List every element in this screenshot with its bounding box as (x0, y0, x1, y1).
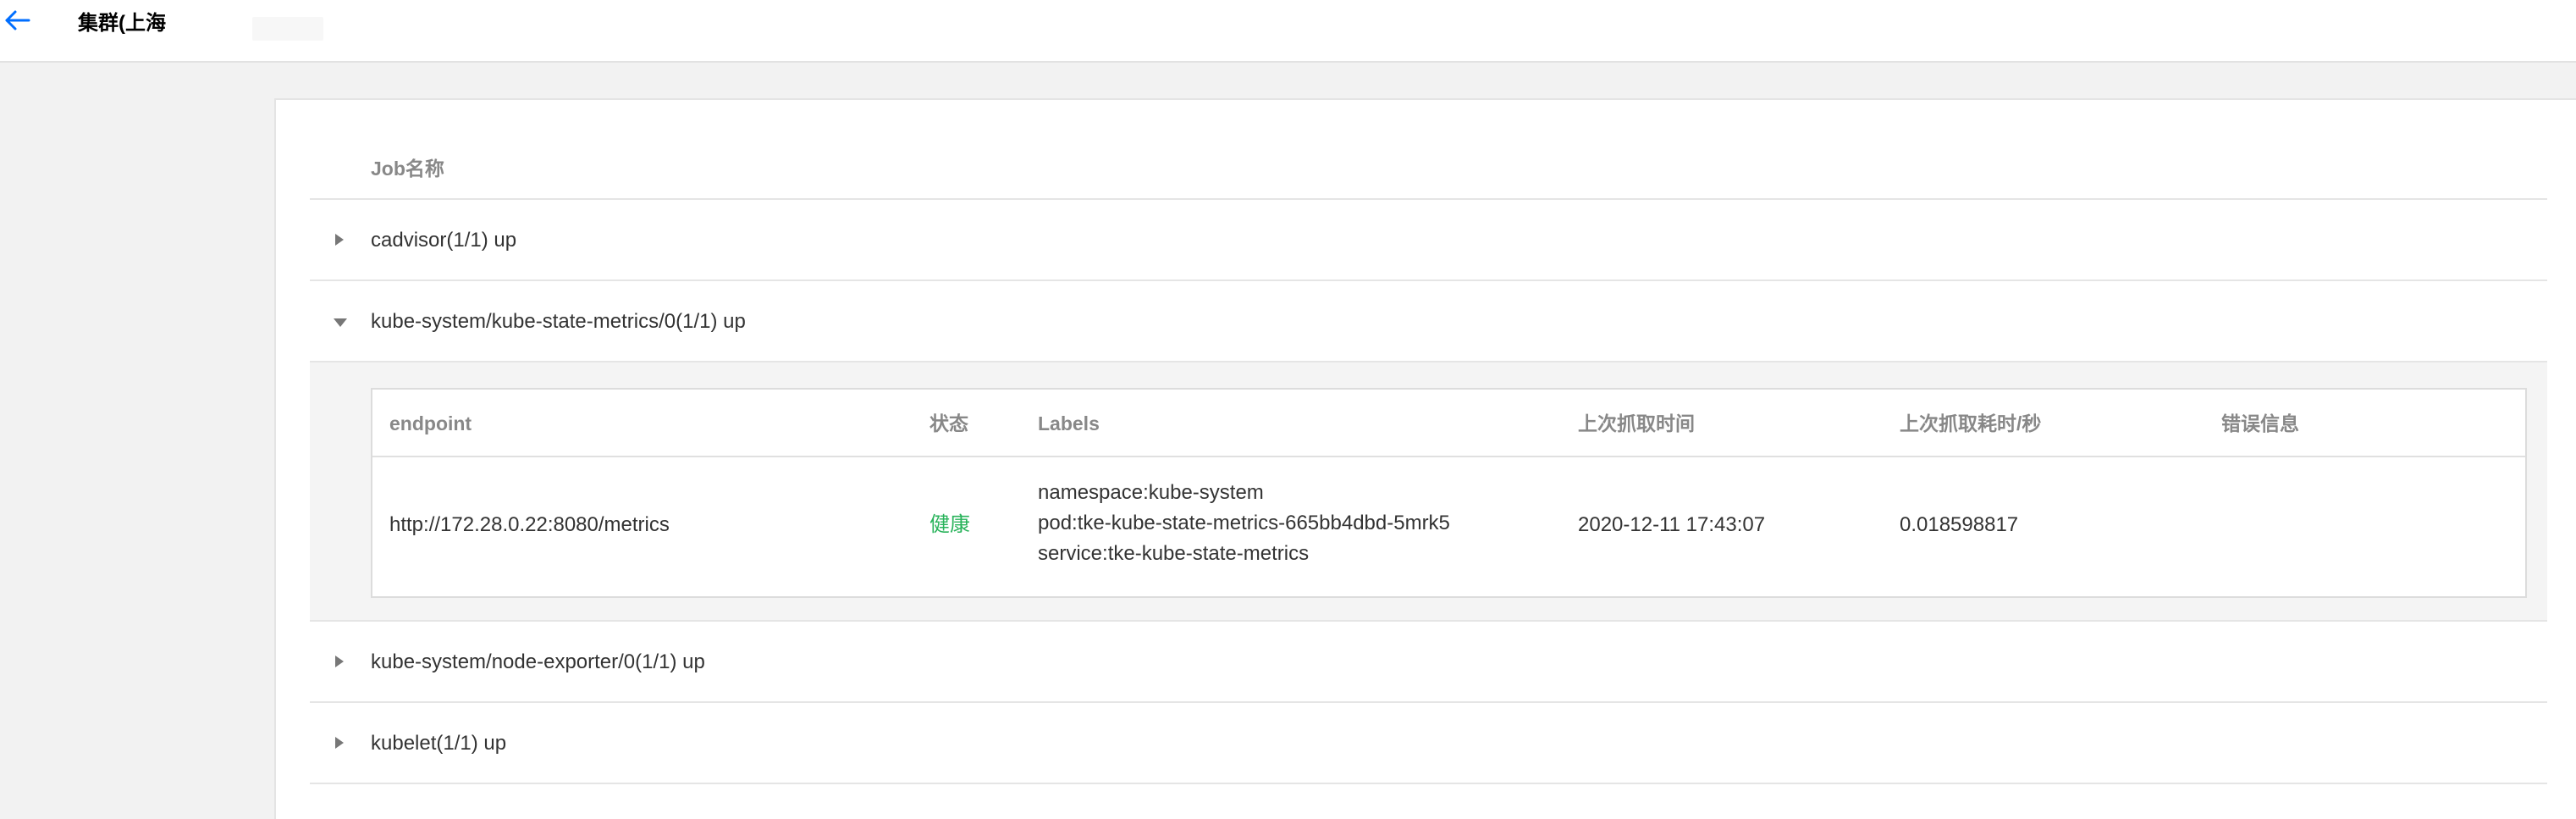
label-item: service:tke-kube-state-metrics (1038, 542, 1310, 565)
job-row-cadvisor[interactable]: cadvisor(1/1) up (310, 200, 2547, 281)
column-header-last-scrape-duration: 上次抓取耗时/秒 (1900, 412, 2042, 434)
endpoint-table: endpoint 状态 Labels 上次抓取时间 上次抓取耗时/秒 错误信息 … (371, 388, 2527, 598)
job-table: Job名称 cadvisor(1/1) up kube-system/kube-… (310, 100, 2547, 784)
caret-right-icon[interactable] (335, 234, 344, 246)
caret-down-icon[interactable] (334, 318, 347, 327)
job-label: kube-system/kube-state-metrics/0(1/1) up (371, 310, 746, 333)
label-item: pod:tke-kube-state-metrics-665bb4dbd-5mr… (1038, 512, 1450, 534)
endpoint-url: http://172.28.0.22:8080/metrics (389, 513, 670, 536)
back-arrow-icon[interactable] (3, 8, 32, 34)
job-label: cadvisor(1/1) up (371, 229, 517, 252)
page-title: 集群(上海 (78, 12, 166, 35)
job-row-kubelet[interactable]: kubelet(1/1) up (310, 703, 2547, 784)
column-header-status: 状态 (929, 412, 968, 434)
caret-right-icon[interactable] (335, 656, 344, 667)
last-scrape-duration: 0.018598817 (1900, 513, 2019, 536)
label-item: namespace:kube-system (1038, 481, 1264, 504)
content-panel: Job名称 cadvisor(1/1) up kube-system/kube-… (274, 98, 2576, 819)
title-suffix-placeholder (252, 17, 323, 41)
endpoint-table-header: endpoint 状态 Labels 上次抓取时间 上次抓取耗时/秒 错误信息 (372, 390, 2525, 457)
endpoint-row: http://172.28.0.22:8080/metrics 健康 names… (372, 457, 2525, 596)
job-row-node-exporter[interactable]: kube-system/node-exporter/0(1/1) up (310, 622, 2547, 703)
page-header: 集群(上海 (0, 0, 2576, 63)
job-row-kube-state-metrics[interactable]: kube-system/kube-state-metrics/0(1/1) up (310, 281, 2547, 362)
column-header-job-name: Job名称 (371, 158, 444, 180)
labels-list: namespace:kube-system pod:tke-kube-state… (1038, 478, 1450, 569)
column-header-labels: Labels (1038, 412, 1100, 434)
column-header-endpoint: endpoint (389, 412, 472, 434)
job-label: kubelet(1/1) up (371, 732, 507, 755)
column-header-error: 错误信息 (2221, 412, 2299, 434)
column-header-last-scrape-time: 上次抓取时间 (1578, 412, 1695, 434)
job-detail-area: endpoint 状态 Labels 上次抓取时间 上次抓取耗时/秒 错误信息 … (310, 362, 2547, 622)
job-label: kube-system/node-exporter/0(1/1) up (371, 650, 705, 673)
job-table-header: Job名称 (310, 100, 2547, 200)
caret-right-icon[interactable] (335, 737, 344, 749)
status-badge: 健康 (929, 513, 970, 536)
last-scrape-time: 2020-12-11 17:43:07 (1578, 513, 1766, 536)
